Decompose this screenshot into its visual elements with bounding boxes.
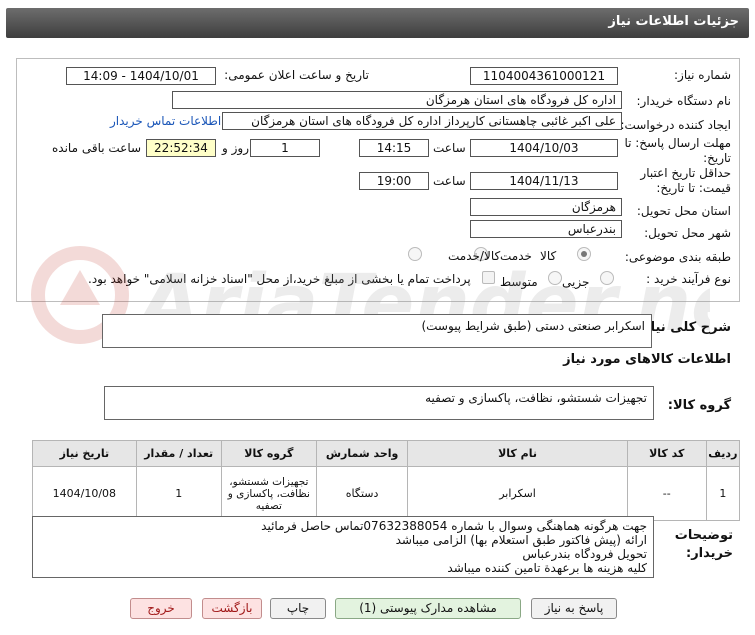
buyer-field: اداره کل فرودگاه های استان هرمزگان — [172, 91, 622, 109]
category-option-goods-service: کالا/خدمت — [448, 249, 501, 263]
col-unit-header: واحد شمارش — [315, 440, 409, 467]
cell-row: 1 — [705, 466, 741, 521]
col-row-header: ردیف — [705, 440, 741, 467]
buyer-notes-line: کلیه هزینه ها برعهدة تامین کننده میباشد — [447, 561, 647, 575]
cell-name: اسکرابر — [407, 466, 628, 521]
process-option-minor: جزیی — [562, 275, 590, 289]
cell-qty: 1 — [135, 466, 222, 521]
category-radio-goods[interactable] — [577, 247, 591, 261]
announce-date-field: 1404/10/01 - 14:09 — [66, 67, 216, 85]
print-button[interactable]: چاپ — [270, 598, 326, 619]
buyer-notes-field: جهت هرگونه هماهنگی وسوال با شماره 076323… — [32, 516, 654, 578]
validity-date-field: 1404/11/13 — [470, 172, 618, 190]
announce-label: تاریخ و ساعت اعلان عمومی: — [224, 68, 369, 82]
validity-time-field: 19:00 — [359, 172, 429, 190]
category-label: طبقه بندی موضوعی: — [624, 250, 731, 264]
col-name-header: نام کالا — [407, 440, 628, 467]
goods-group-label: گروه کالا: — [667, 398, 731, 413]
city-label: شهر محل تحویل: — [644, 226, 731, 240]
buyer-contact-link[interactable]: اطلاعات تماس خریدار — [110, 114, 221, 128]
col-date-header: تاریخ نیاز — [32, 440, 137, 467]
cell-date: 1404/10/08 — [32, 466, 137, 521]
goods-info-title: اطلاعات کالاهای مورد نیاز — [563, 352, 731, 367]
category-option-service: خدمت — [500, 249, 532, 263]
deadline-label: مهلت ارسال پاسخ: تا تاریخ: — [624, 136, 731, 165]
remaining-label: ساعت باقی مانده — [52, 141, 142, 155]
treasury-note: پرداخت تمام یا بخشی از مبلغ خرید،از محل … — [88, 272, 471, 286]
city-field: بندرعباس — [470, 220, 622, 238]
category-radio-goods-service[interactable] — [408, 247, 422, 261]
exit-button[interactable]: خروج — [130, 598, 192, 619]
page-title: جزئیات اطلاعات نیاز — [6, 8, 749, 38]
treasury-checkbox[interactable] — [482, 271, 495, 284]
validity-label: حداقل تاریخ اعتبار قیمت: تا تاریخ: — [640, 166, 731, 195]
page-header: جزئیات اطلاعات نیاز — [0, 0, 755, 48]
deadline-time-field: 14:15 — [359, 139, 429, 157]
col-code-header: کد کالا — [626, 440, 707, 467]
buyer-notes-line: ارائه (پیش فاکتور طبق استعلام بها) الزام… — [395, 533, 647, 547]
cell-code: -- — [626, 466, 707, 521]
days-label: روز و — [222, 141, 249, 155]
buyer-notes-label: توضیحات خریدار: — [674, 528, 733, 561]
col-qty-header: تعداد / مقدار — [135, 440, 222, 467]
buyer-notes-line: جهت هرگونه هماهنگی وسوال با شماره 076323… — [261, 519, 647, 533]
goods-group-field: تجهیزات شستشو، نظافت، پاکسازی و تصفیه — [104, 386, 654, 420]
buyer-label: نام دستگاه خریدار: — [636, 94, 732, 108]
deadline-date-field: 1404/10/03 — [470, 139, 618, 157]
days-field: 1 — [250, 139, 320, 157]
province-field: هرمزگان — [470, 198, 622, 216]
table-row: 1 -- اسکرابر دستگاه تجهیزات شستشو، نظافت… — [32, 466, 741, 521]
process-radio-minor[interactable] — [600, 271, 614, 285]
view-documents-button[interactable]: مشاهده مدارک پیوستی (1) — [335, 598, 521, 619]
cell-group: تجهیزات شستشو، نظافت، پاکسازی و تصفیه — [220, 466, 318, 521]
creator-field: علی اکبر غائبی چاهستانی کارپرداز اداره ک… — [222, 112, 622, 130]
table-header-row: ردیف کد کالا نام کالا واحد شمارش گروه کا… — [32, 440, 741, 467]
deadline-time-label: ساعت — [433, 141, 466, 155]
category-option-goods: کالا — [540, 249, 557, 263]
need-number-field: 1104004361000121 — [470, 67, 618, 85]
back-button[interactable]: بازگشت — [202, 598, 262, 619]
validity-time-label: ساعت — [433, 174, 466, 188]
col-group-header: گروه کالا — [220, 440, 318, 467]
items-table: ردیف کد کالا نام کالا واحد شمارش گروه کا… — [32, 440, 741, 521]
province-label: استان محل تحویل: — [636, 204, 731, 218]
reply-button[interactable]: پاسخ به نیاز — [531, 598, 617, 619]
process-radio-medium[interactable] — [548, 271, 562, 285]
description-field: اسکرابر صنعتی دستی (طبق شرایط پیوست) — [102, 314, 652, 348]
process-label: نوع فرآیند خرید : — [646, 272, 731, 286]
process-option-medium: متوسط — [500, 275, 538, 289]
creator-label: ایجاد کننده درخواست: — [620, 118, 731, 132]
remaining-time-field: 22:52:34 — [146, 139, 216, 157]
buyer-notes-line: تحویل فرودگاه بندرعباس — [522, 547, 647, 561]
cell-unit: دستگاه — [315, 466, 409, 521]
need-number-label: شماره نیاز: — [674, 68, 731, 82]
